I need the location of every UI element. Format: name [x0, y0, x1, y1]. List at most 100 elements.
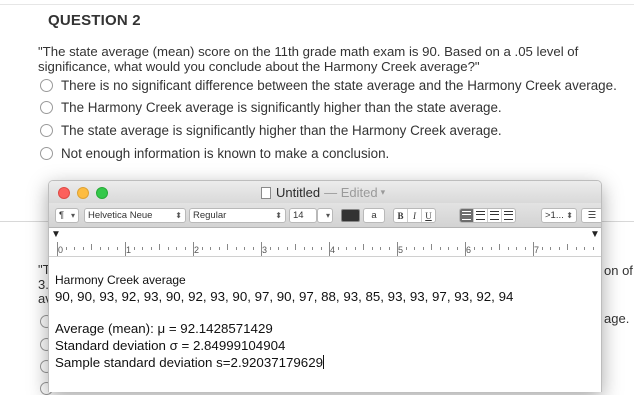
option-label: There is no significant difference betwe… — [61, 77, 617, 93]
ruler-minor-tick — [490, 247, 492, 250]
align-left-button[interactable] — [460, 209, 474, 222]
ruler-label: 4 — [330, 245, 336, 255]
ruler-minor-tick — [227, 244, 228, 250]
ruler-minor-tick — [482, 247, 483, 250]
chevron-down-icon: ▾ — [70, 211, 75, 220]
ruler-minor-tick — [592, 247, 594, 250]
ruler-minor-tick — [405, 247, 407, 250]
hidden-question-fragment: age. — [604, 311, 630, 326]
highlight-color-button[interactable]: a — [363, 208, 385, 223]
ruler-minor-tick — [550, 247, 551, 250]
close-window-button[interactable] — [58, 187, 70, 199]
ruler-minor-tick — [201, 247, 203, 250]
window-title[interactable]: Untitled — Edited ▾ — [261, 185, 385, 200]
option-label: Not enough information is known to make … — [61, 145, 390, 161]
text-color-swatch[interactable] — [341, 209, 360, 222]
list-icon: ☰ — [587, 210, 597, 221]
ruler-minor-tick — [252, 247, 254, 250]
underline-button[interactable]: U — [422, 209, 435, 222]
alignment-buttons — [459, 208, 516, 223]
font-style-select[interactable]: Regular ⬍ — [189, 208, 286, 223]
stepper-arrows-icon: ⬍ — [275, 211, 282, 220]
right-indent-marker[interactable]: ▼ — [590, 230, 600, 240]
ruler-minor-tick — [65, 247, 67, 250]
ruler-minor-tick — [167, 247, 169, 250]
paragraph-style-dropdown[interactable]: ¶ ▾ — [55, 208, 79, 223]
ruler-minor-tick — [295, 244, 296, 250]
left-indent-marker[interactable]: ▼ — [51, 230, 61, 240]
ruler-minor-tick — [516, 247, 517, 250]
ruler-minor-tick — [371, 247, 373, 250]
align-right-button[interactable] — [502, 209, 515, 222]
minimize-window-button[interactable] — [77, 187, 89, 199]
option-2[interactable]: The Harmony Creek average is significant… — [40, 98, 502, 116]
ruler-minor-tick — [575, 247, 577, 250]
option-3[interactable]: The state average is significantly highe… — [40, 121, 502, 139]
edited-label: — Edited — [324, 185, 378, 200]
stepper-arrows-icon: ⬍ — [175, 211, 182, 220]
ruler-major-tick — [57, 242, 58, 256]
zoom-window-button[interactable] — [96, 187, 108, 199]
radio-button[interactable] — [40, 146, 53, 160]
radio-button[interactable] — [40, 100, 53, 114]
doc-data-line: 90, 90, 93, 92, 93, 90, 92, 93, 90, 97, … — [55, 289, 514, 304]
text-color-icon: a — [371, 210, 377, 221]
radio-button[interactable] — [40, 78, 53, 92]
ruler-major-tick — [533, 242, 534, 256]
doc-std-line: Standard deviation σ = 2.84999104904 — [55, 338, 286, 353]
ruler-minor-tick — [354, 247, 356, 250]
ruler-minor-tick — [456, 247, 458, 250]
ruler-major-tick — [125, 242, 126, 256]
hidden-question-fragment: on of — [604, 263, 633, 278]
document-title: Untitled — [276, 185, 321, 200]
option-1[interactable]: There is no significant difference betwe… — [40, 76, 617, 94]
title-bar[interactable]: Untitled — Edited ▾ — [49, 181, 601, 203]
radio-button[interactable] — [40, 123, 53, 137]
line-spacing-select[interactable]: >1... ⬍ — [541, 208, 577, 223]
ruler-minor-tick — [320, 247, 322, 250]
ruler-minor-tick — [414, 247, 415, 250]
ruler-minor-tick — [388, 247, 390, 250]
ruler-minor-tick — [116, 247, 118, 250]
ruler-minor-tick — [303, 247, 305, 250]
font-family-select[interactable]: Helvetica Neue ⬍ — [84, 208, 186, 223]
ruler-major-tick — [261, 242, 262, 256]
ruler-minor-tick — [499, 244, 500, 250]
ruler-minor-tick — [422, 247, 424, 250]
option-label: The state average is significantly highe… — [61, 122, 502, 138]
list-button[interactable]: ☰ — [581, 208, 601, 223]
option-4[interactable]: Not enough information is known to make … — [40, 144, 389, 162]
ruler-minor-tick — [210, 247, 211, 250]
align-right-icon — [504, 211, 513, 220]
font-size-input[interactable]: 14 — [289, 208, 317, 223]
ruler[interactable]: ▼ ▼ 0 1 2 3 4 5 6 7 — [49, 228, 601, 257]
bold-button[interactable]: B — [394, 209, 408, 222]
ruler-minor-tick — [133, 247, 135, 250]
align-center-button[interactable] — [474, 209, 488, 222]
doc-sample-std-text: Sample standard deviation s=2.9203717962… — [55, 355, 323, 370]
ruler-minor-tick — [184, 247, 186, 250]
ruler-minor-tick — [244, 247, 245, 250]
ruler-minor-tick — [312, 247, 313, 250]
ruler-major-tick — [329, 242, 330, 256]
doc-mean-line: Average (mean): μ = 92.1428571429 — [55, 321, 273, 336]
chevron-down-icon: ▾ — [380, 187, 386, 197]
font-size-dropdown[interactable]: ▾ — [317, 208, 333, 223]
align-justify-button[interactable] — [488, 209, 502, 222]
ruler-minor-tick — [567, 244, 568, 250]
ruler-minor-tick — [159, 244, 160, 250]
italic-button[interactable]: I — [408, 209, 422, 222]
ruler-minor-tick — [235, 247, 237, 250]
align-left-icon — [462, 211, 471, 220]
font-size-value: 14 — [293, 210, 304, 221]
ruler-minor-tick — [363, 244, 364, 250]
ruler-major-tick — [397, 242, 398, 256]
ruler-minor-tick — [584, 247, 585, 250]
ruler-minor-tick — [431, 244, 432, 250]
chevron-down-icon: ▾ — [325, 211, 330, 220]
line-spacing-value: >1... — [545, 210, 564, 221]
align-center-icon — [476, 211, 485, 220]
font-style-value: Regular — [193, 210, 227, 221]
document-icon — [261, 186, 271, 199]
ruler-minor-tick — [91, 244, 92, 250]
